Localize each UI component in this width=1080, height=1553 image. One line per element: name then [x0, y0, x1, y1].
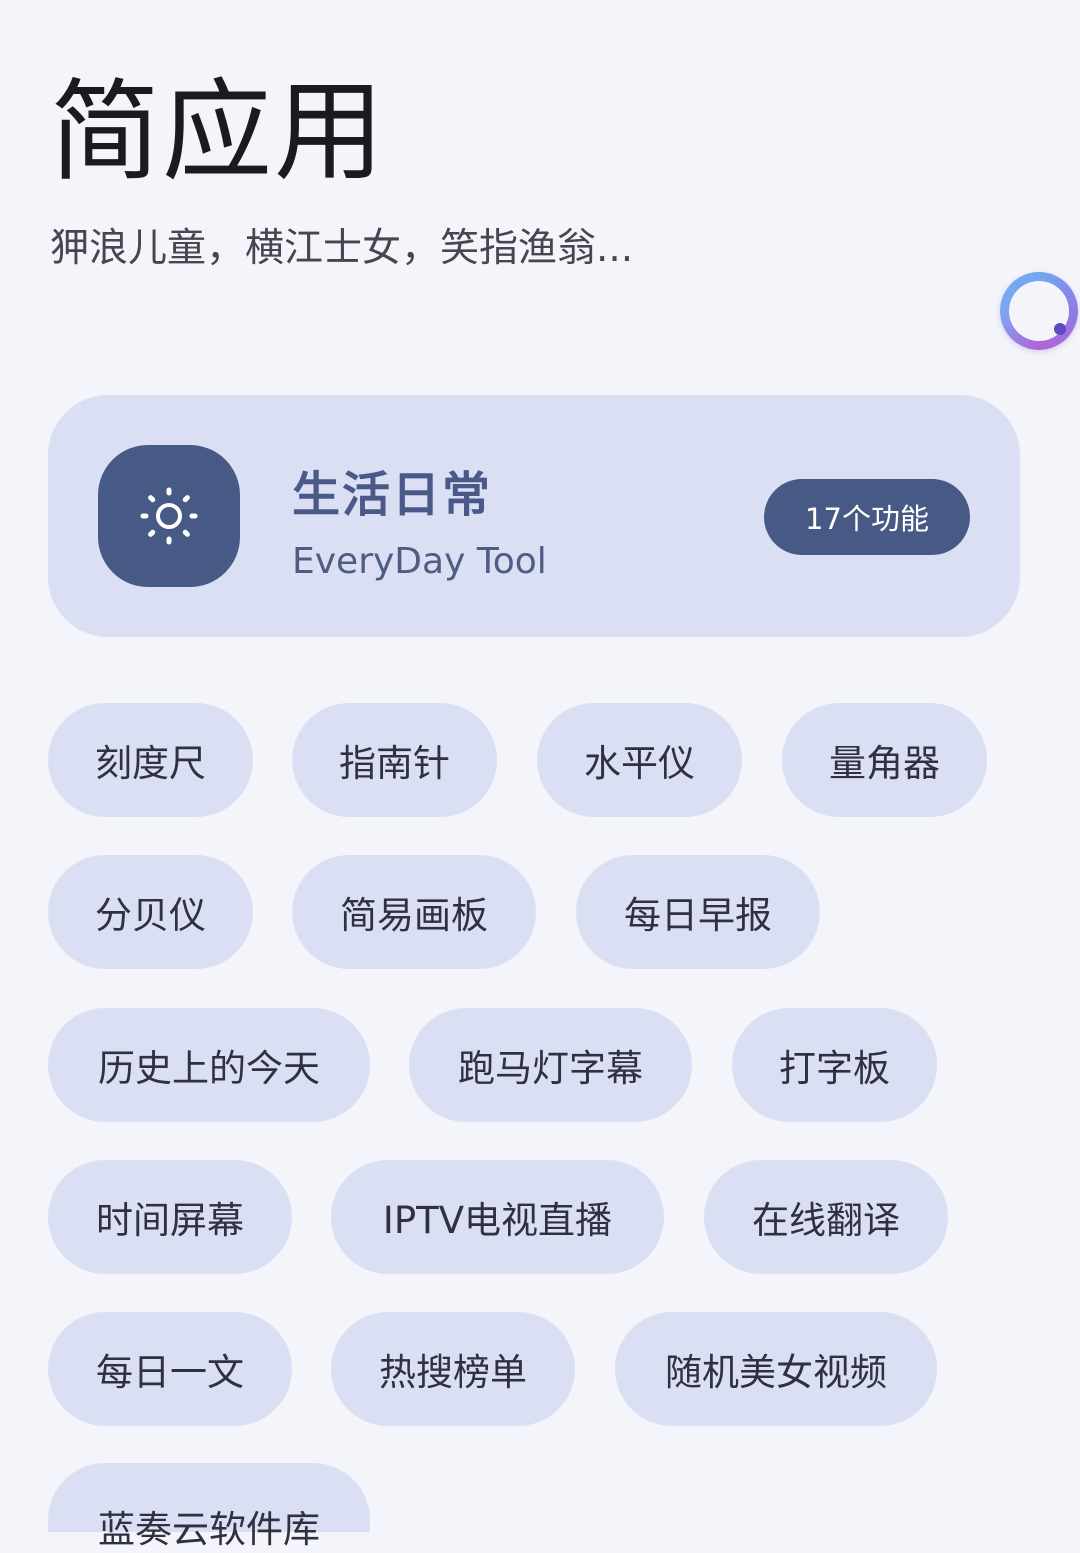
feature-chip-typing-board[interactable]: 打字板 [732, 1008, 937, 1122]
feature-chip-random-video[interactable]: 随机美女视频 [615, 1312, 937, 1426]
feature-chip-drawing-board[interactable]: 简易画板 [292, 855, 536, 969]
category-subtitle: EveryDay Tool [292, 541, 547, 582]
feature-chip-clock-screen[interactable]: 时间屏幕 [48, 1160, 292, 1274]
app-title: 简应用 [50, 68, 386, 196]
ball-dot-icon [1054, 323, 1066, 335]
feature-chip-level[interactable]: 水平仪 [537, 703, 742, 817]
feature-chip-lanzou-library[interactable]: 蓝奏云软件库 [48, 1463, 370, 1551]
feature-chip-decibel-meter[interactable]: 分贝仪 [48, 855, 253, 969]
sun-icon [140, 487, 198, 545]
category-card-daily-life[interactable]: 生活日常 EveryDay Tool 17个功能 [48, 395, 1020, 637]
feature-count-badge[interactable]: 17个功能 [764, 479, 970, 555]
floating-assistant-ball[interactable] [1000, 272, 1078, 350]
category-title: 生活日常 [292, 467, 493, 523]
feature-chip-marquee-text[interactable]: 跑马灯字幕 [409, 1008, 692, 1122]
feature-chip-daily-article[interactable]: 每日一文 [48, 1312, 292, 1426]
feature-chip-protractor[interactable]: 量角器 [782, 703, 987, 817]
category-icon-container [98, 445, 240, 587]
feature-chip-compass[interactable]: 指南针 [292, 703, 497, 817]
feature-chip-online-translate[interactable]: 在线翻译 [704, 1160, 948, 1274]
feature-chip-daily-news[interactable]: 每日早报 [576, 855, 820, 969]
app-subtitle: 狎浪儿童，横江士女，笑指渔翁... [50, 226, 634, 271]
feature-chip-ruler[interactable]: 刻度尺 [48, 703, 253, 817]
feature-chip-iptv[interactable]: IPTV电视直播 [331, 1160, 664, 1274]
feature-chip-trending-list[interactable]: 热搜榜单 [331, 1312, 575, 1426]
feature-chip-today-in-history[interactable]: 历史上的今天 [48, 1008, 370, 1122]
